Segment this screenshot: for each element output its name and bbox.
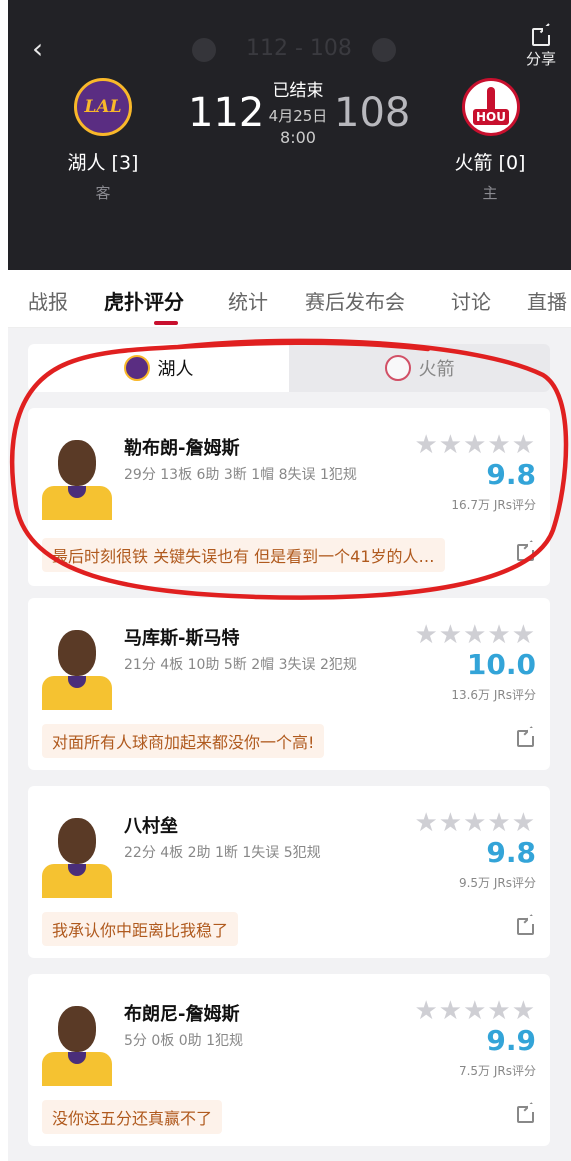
- external-link-icon[interactable]: [517, 916, 536, 935]
- player-rating: 9.8: [486, 458, 536, 491]
- player-name: 马库斯-斯马特: [124, 628, 240, 649]
- lakers-mini-logo-icon: [123, 355, 150, 381]
- rate-stars-icon[interactable]: ★★★★★: [414, 620, 536, 650]
- share-icon: [532, 26, 552, 46]
- rocket-icon: [487, 87, 495, 111]
- player-rating: 9.8: [486, 836, 536, 869]
- player-stats: 21分 4板 10助 5断 2帽 3失误 2犯规: [124, 657, 357, 673]
- top-comment[interactable]: 我承认你中距离比我稳了: [42, 912, 239, 946]
- rockets-logo[interactable]: HOU: [462, 78, 520, 136]
- player-name: 勒布朗-詹姆斯: [124, 438, 240, 459]
- player-name: 布朗尼-詹姆斯: [124, 1004, 240, 1025]
- away-score: 112: [188, 90, 265, 136]
- back-arrow-icon[interactable]: ‹: [32, 34, 43, 64]
- home-side-label: 主: [482, 184, 498, 202]
- player-avatar: [42, 628, 112, 710]
- share-button[interactable]: 分享: [516, 26, 566, 69]
- player-stats: 5分 0板 0助 1犯规: [124, 1033, 243, 1049]
- player-card[interactable]: 勒布朗-詹姆斯 29分 13板 6助 3断 1帽 8失误 1犯规 ★★★★★ 9…: [28, 408, 550, 586]
- rockets-logo-text: HOU: [473, 109, 509, 125]
- collapsed-score-header: 112 - 108: [188, 36, 408, 64]
- rating-count: 9.5万 JRs评分: [458, 876, 536, 890]
- game-status-block: 已结束 4月25日 8:00: [258, 76, 338, 147]
- tab-report[interactable]: 战报: [28, 286, 68, 315]
- rate-stars-icon[interactable]: ★★★★★: [414, 808, 536, 838]
- tab-stats[interactable]: 统计: [228, 286, 268, 315]
- player-card[interactable]: 马库斯-斯马特 21分 4板 10助 5断 2帽 3失误 2犯规 ★★★★★ 1…: [28, 598, 550, 770]
- player-stats: 22分 4板 2助 1断 1失误 5犯规: [124, 845, 321, 861]
- rating-count: 13.6万 JRs评分: [451, 688, 536, 702]
- rating-content: 湖人 火箭 勒布朗-詹姆斯 29分 13板 6助 3断 1帽 8失误 1犯规 ★…: [8, 328, 571, 1161]
- rate-stars-icon[interactable]: ★★★★★: [414, 996, 536, 1026]
- rating-count: 7.5万 JRs评分: [458, 1064, 536, 1078]
- top-comment[interactable]: 对面所有人球商加起来都没你一个高!: [42, 724, 325, 758]
- lakers-logo[interactable]: LAL: [74, 78, 132, 136]
- game-status: 已结束: [272, 81, 324, 101]
- team-switcher: 湖人 火箭: [28, 344, 550, 392]
- player-stats: 29分 13板 6助 3断 1帽 8失误 1犯规: [124, 467, 357, 483]
- rockets-mini-logo-icon: [384, 355, 411, 381]
- away-mini-logo-icon: [192, 38, 216, 62]
- lakers-logo-text: LAL: [84, 97, 122, 117]
- away-team-name: 湖人 [3]: [67, 152, 139, 174]
- tab-discussion[interactable]: 讨论: [451, 286, 491, 315]
- rating-count: 16.7万 JRs评分: [451, 498, 536, 512]
- top-comment[interactable]: 没你这五分还真赢不了: [42, 1100, 223, 1134]
- game-time: 8:00: [280, 128, 316, 147]
- active-tab-indicator: [154, 321, 178, 325]
- home-mini-logo-icon: [372, 38, 396, 62]
- game-header: ‹ 112 - 108 分享 LAL 湖人 [3] 客 112 已结束 4月25…: [8, 0, 571, 270]
- external-link-icon[interactable]: [517, 728, 536, 747]
- player-card[interactable]: 布朗尼-詹姆斯 5分 0板 0助 1犯规 ★★★★★ 9.9 7.5万 JRs评…: [28, 974, 550, 1146]
- player-avatar: [42, 816, 112, 898]
- external-link-icon[interactable]: [517, 1104, 536, 1123]
- player-rating: 10.0: [466, 648, 536, 681]
- team-tab-label: 湖人: [157, 359, 194, 380]
- top-comment[interactable]: 最后时刻很铁 关键失误也有 但是看到一个41岁的人…: [42, 538, 445, 572]
- player-rating: 9.9: [486, 1024, 536, 1057]
- tab-press-conference[interactable]: 赛后发布会: [305, 286, 405, 315]
- team-tab-lakers[interactable]: 湖人: [28, 344, 289, 392]
- team-tab-label: 火箭: [418, 359, 455, 380]
- tab-live[interactable]: 直播: [527, 286, 567, 315]
- collapsed-score: 112 - 108: [246, 36, 352, 61]
- rate-stars-icon[interactable]: ★★★★★: [414, 430, 536, 460]
- team-tab-rockets[interactable]: 火箭: [289, 344, 550, 392]
- game-date: 4月25日: [268, 107, 328, 125]
- home-team-name: 火箭 [0]: [454, 152, 526, 174]
- share-label: 分享: [525, 50, 556, 68]
- player-name: 八村垒: [124, 816, 178, 837]
- player-avatar: [42, 1004, 112, 1086]
- away-side-label: 客: [95, 184, 111, 202]
- tab-hupu-rating[interactable]: 虎扑评分: [104, 286, 184, 315]
- home-score: 108: [334, 90, 411, 136]
- player-avatar: [42, 438, 112, 520]
- tab-bar: 战报 虎扑评分 统计 赛后发布会 讨论 直播: [8, 270, 571, 328]
- player-card[interactable]: 八村垒 22分 4板 2助 1断 1失误 5犯规 ★★★★★ 9.8 9.5万 …: [28, 786, 550, 958]
- external-link-icon[interactable]: [517, 542, 536, 561]
